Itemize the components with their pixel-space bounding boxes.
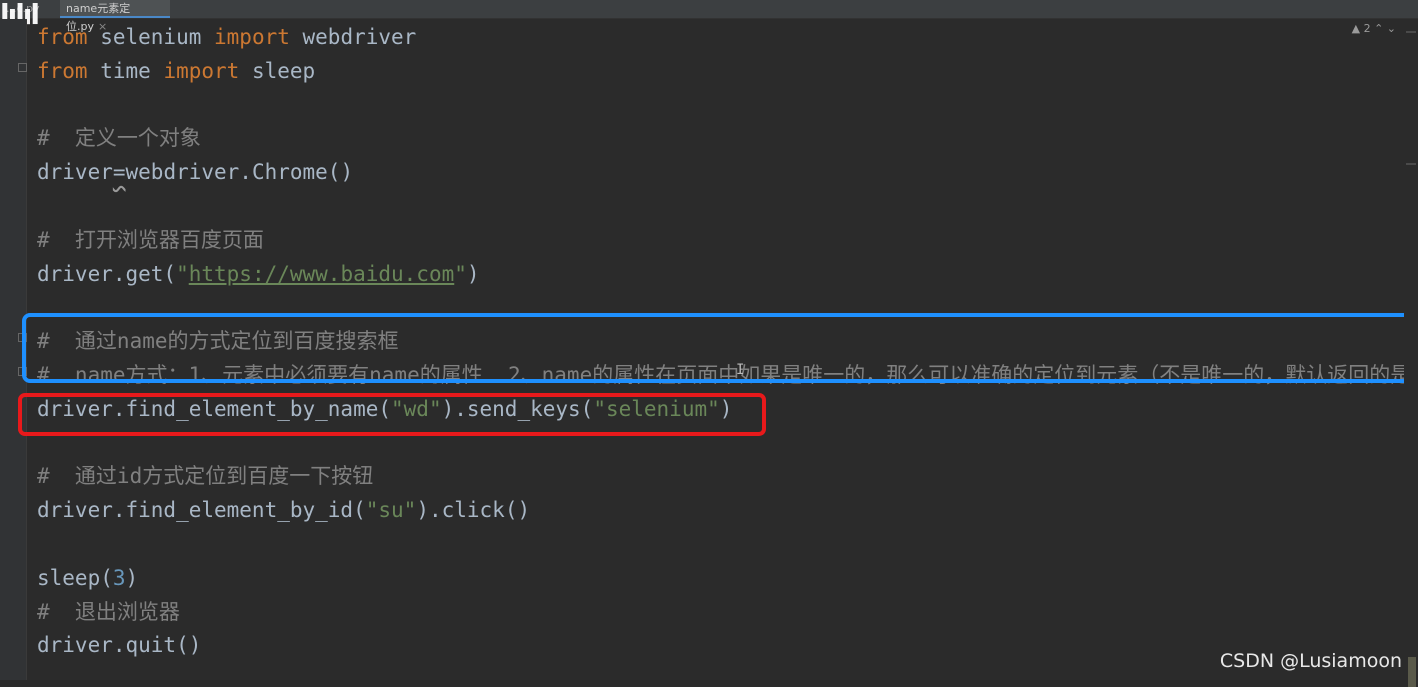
code-line[interactable]: # 定义一个对象 [37,121,201,155]
code-line[interactable]: driver.get("https://www.baidu.com") [37,257,480,291]
highlight-box-blue [22,313,1412,383]
code-line[interactable]: from selenium import webdriver [37,20,416,54]
code-line[interactable]: from time import sleep [37,54,315,88]
code-token: selenium [87,25,215,49]
chevron-down-icon[interactable]: ⌄ [1387,22,1396,35]
code-token: driver.find_element_by_id( [37,498,366,523]
scroll-marker [1406,31,1416,33]
code-token: 3 [112,565,126,590]
vertical-scrollbar[interactable] [1404,19,1418,687]
code-line[interactable]: driver.find_element_by_id("su").click() [37,493,530,527]
code-token: import [163,58,240,83]
code-token: # 退出浏览器 [37,599,180,624]
code-token: driver.get( [37,261,177,286]
scroll-thumb[interactable] [1408,657,1416,687]
warning-count: 2 [1363,22,1371,35]
warning-triangle-icon: ▲ [1351,22,1361,35]
code-token: ).click() [416,498,531,523]
code-token: from [37,58,88,83]
code-token: driver.quit() [37,633,202,658]
text-cursor-icon: I [736,362,745,378]
code-line[interactable]: # 退出浏览器 [37,595,180,629]
fold-icon[interactable] [18,63,27,72]
chevron-up-icon[interactable]: ⌃ [1374,22,1383,35]
code-token: from [37,25,88,49]
code-line[interactable]: driver.quit() [37,628,201,662]
code-token: sleep( [37,565,113,590]
scroll-marker [1406,163,1416,165]
editor-tab-bar: ...c.py name元素定位.py × [0,0,1418,33]
code-token: webdriver [289,25,417,49]
code-line[interactable]: sleep(3) [37,561,138,595]
code-token: # 打开浏览器百度页面 [37,227,264,252]
code-token: sleep [239,58,316,83]
code-line[interactable]: # 通过id方式定位到百度一下按钮 [37,459,373,493]
code-token: = [112,160,126,185]
code-token: " [454,261,467,286]
code-token: "su" [365,498,417,523]
code-token: # 定义一个对象 [37,126,201,151]
code-token: import [214,25,290,49]
code-token: # 通过id方式定位到百度一下按钮 [37,464,374,489]
code-token: time [87,58,164,83]
code-token: webdriver.Chrome() [125,160,354,185]
code-token: ) [125,565,139,590]
inspection-widget[interactable]: ▲ 2 ⌃ ⌄ [1352,22,1396,35]
code-line[interactable]: driver=webdriver.Chrome() [37,155,353,189]
code-token: " [176,261,189,286]
highlight-box-red [18,393,766,436]
code-token: ) [466,261,480,286]
code-token: https://www.baidu.com [188,261,455,286]
csdn-credit-watermark: CSDN @Lusiamoon [1219,650,1402,672]
code-line[interactable]: # 打开浏览器百度页面 [37,223,264,257]
code-token: driver [37,160,113,185]
